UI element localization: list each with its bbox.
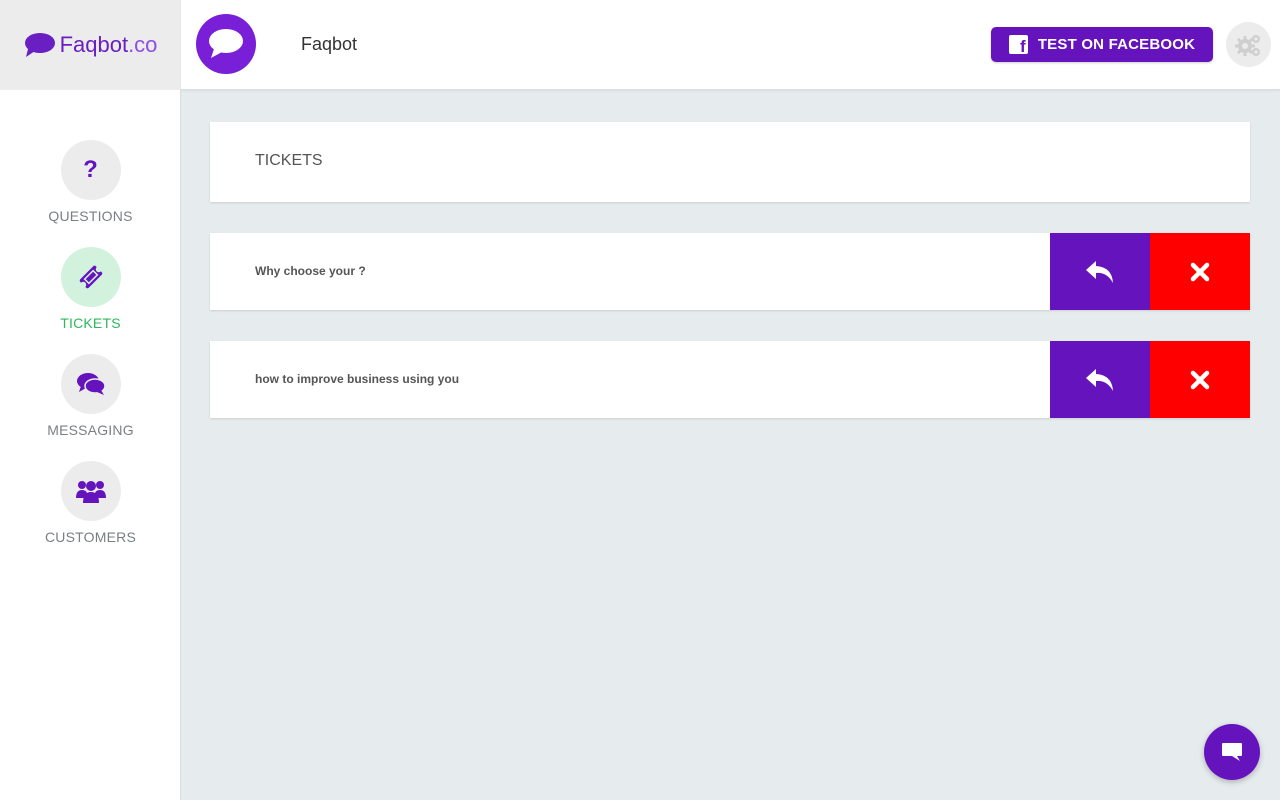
delete-button[interactable] — [1150, 341, 1250, 418]
top-header: Faqbot f TEST ON FACEBOOK — [181, 0, 1280, 90]
delete-button[interactable] — [1150, 233, 1250, 310]
sidebar-item-label: TICKETS — [60, 315, 121, 331]
sidebar-nav: ? QUESTIONS TICKETS MESSAGING CUSTOMERS — [0, 140, 181, 568]
bot-name: Faqbot — [301, 34, 358, 54]
chat-bubbles-icon — [76, 373, 106, 395]
nav-circle — [60, 461, 121, 521]
test-on-facebook-button[interactable]: f TEST ON FACEBOOK — [991, 27, 1213, 62]
reply-button[interactable] — [1050, 233, 1150, 310]
ticket-text: Why choose your ? — [255, 264, 366, 278]
gears-icon — [1234, 34, 1260, 56]
chat-widget-button[interactable] — [1204, 724, 1260, 780]
page-title: TICKETS — [255, 152, 323, 169]
speech-bubble-icon — [209, 29, 243, 58]
ticket-icon — [79, 265, 102, 289]
close-icon — [1190, 262, 1210, 281]
close-icon — [1190, 370, 1210, 389]
reply-icon — [1086, 368, 1113, 391]
sidebar-item-label: CUSTOMERS — [45, 529, 136, 545]
ticket-row: how to improve business using you — [210, 341, 1250, 418]
nav-circle — [60, 354, 121, 414]
sidebar-item-customers[interactable]: CUSTOMERS — [0, 461, 181, 568]
sidebar-item-label: QUESTIONS — [48, 208, 133, 224]
nav-circle — [60, 247, 121, 307]
test-on-facebook-label: TEST ON FACEBOOK — [1037, 36, 1196, 53]
tickets-title-card: TICKETS — [210, 122, 1250, 202]
users-icon — [75, 481, 106, 503]
speech-bubble-logo-icon — [24, 33, 55, 57]
ticket-text: how to improve business using you — [255, 372, 460, 386]
sidebar-item-label: MESSAGING — [47, 422, 134, 438]
logo[interactable]: Faqbot.co — [0, 0, 181, 90]
logo-text: Faqbot.co — [59, 32, 158, 57]
ticket-row: Why choose your ? — [210, 233, 1250, 310]
sidebar-item-messaging[interactable]: MESSAGING — [0, 354, 181, 461]
question-icon: ? — [83, 156, 98, 183]
reply-button[interactable] — [1050, 341, 1150, 418]
bot-avatar[interactable] — [196, 14, 256, 74]
sidebar: Faqbot.co ? QUESTIONS TICKETS MESSAGING … — [0, 0, 181, 800]
sidebar-item-questions[interactable]: ? QUESTIONS — [0, 140, 181, 247]
facebook-icon: f — [1008, 35, 1028, 55]
sidebar-item-tickets[interactable]: TICKETS — [0, 247, 181, 354]
nav-circle: ? — [60, 140, 121, 200]
reply-icon — [1086, 260, 1113, 283]
settings-button[interactable] — [1226, 22, 1271, 67]
chat-icon — [1222, 743, 1242, 761]
